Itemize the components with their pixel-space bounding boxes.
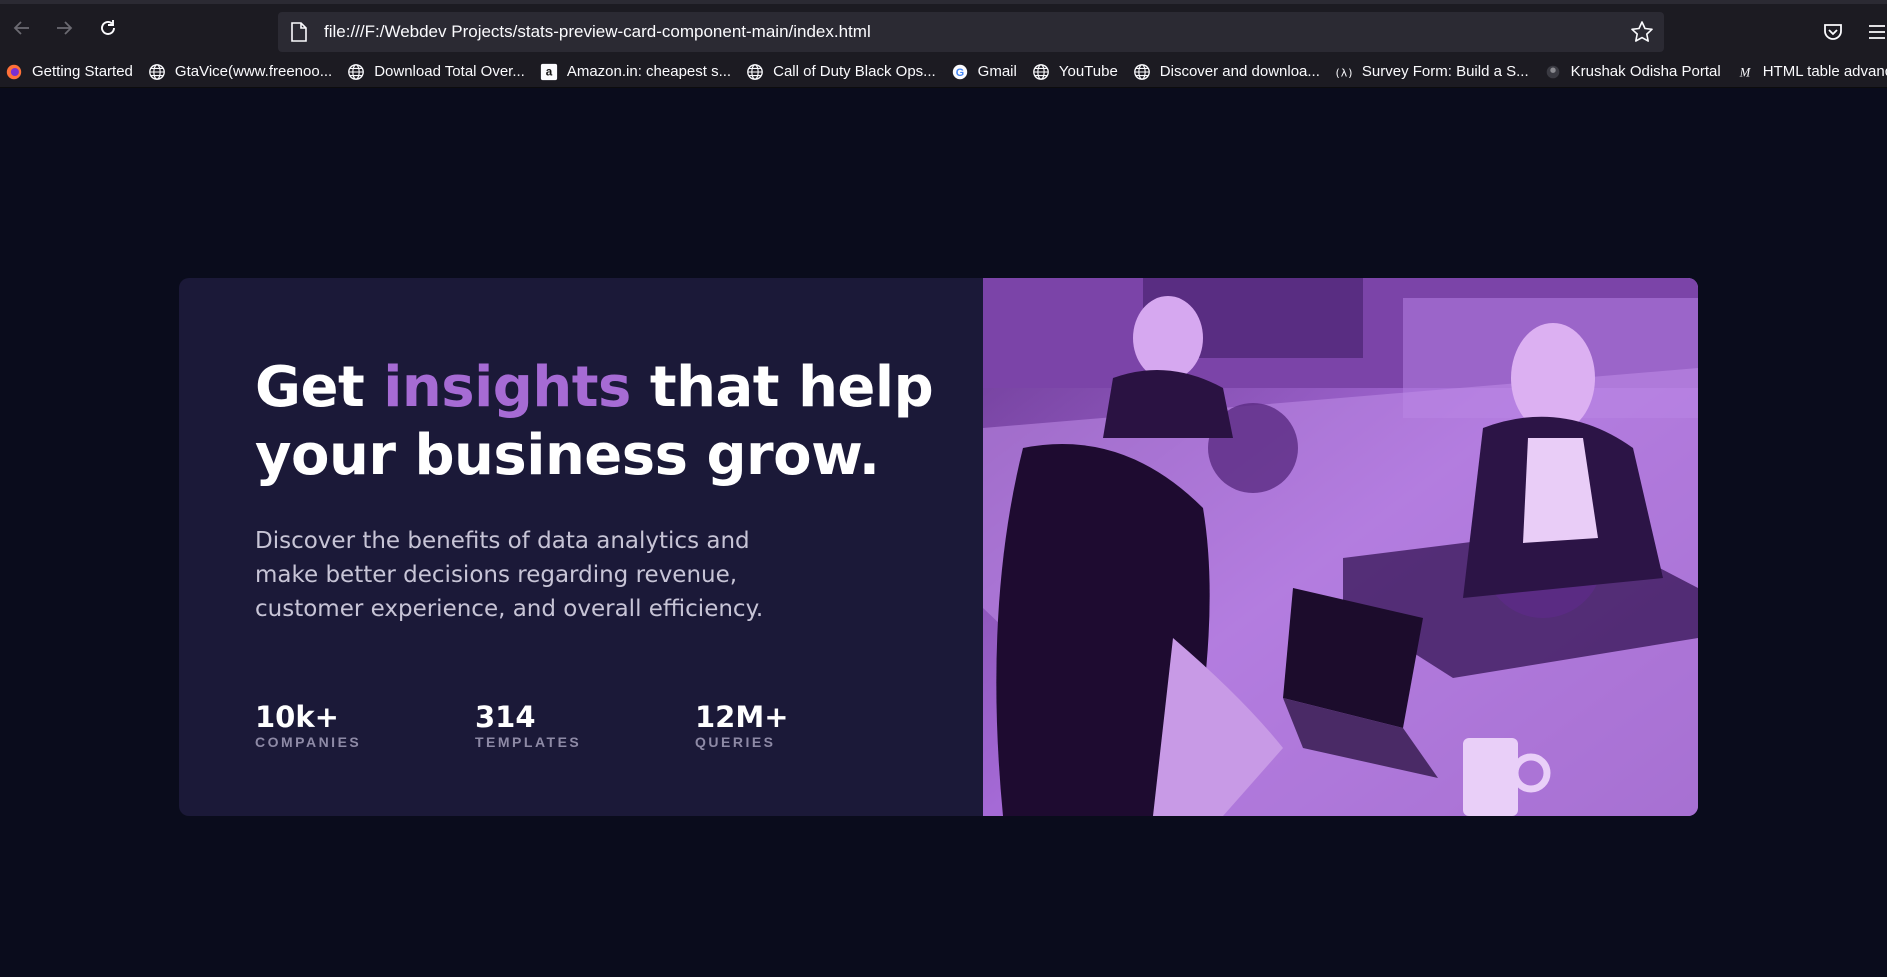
office-photo (983, 278, 1698, 816)
svg-text:M: M (1738, 65, 1751, 79)
bookmark-item[interactable]: Getting Started (4, 62, 133, 82)
headline-accent: insights (383, 355, 631, 420)
svg-text:(λ): (λ) (1335, 66, 1353, 79)
stat-label: TEMPLATES (475, 734, 582, 750)
bookmark-star-icon[interactable] (1630, 20, 1654, 44)
stat-label: COMPANIES (255, 734, 362, 750)
globe-icon (147, 62, 167, 82)
bookmark-label: GtaVice(www.freenoo... (174, 63, 333, 80)
globe-icon (346, 62, 366, 82)
bookmark-label: HTML table advanced ... (1762, 63, 1887, 80)
browser-toolbar: file:///F:/Webdev Projects/stats-preview… (0, 0, 1887, 56)
hamburger-menu-icon[interactable] (1867, 20, 1887, 44)
card-content: Get insights that help your business gro… (179, 278, 983, 816)
header-image (983, 278, 1698, 816)
firefox-icon (4, 62, 24, 82)
stats-preview-card: Get insights that help your business gro… (179, 278, 1698, 816)
headline-start: Get (255, 355, 384, 420)
stat-templates: 314 TEMPLATES (475, 700, 695, 750)
bookmark-item[interactable]: GtaVice(www.freenoo... (147, 62, 332, 82)
mdn-icon: M (1735, 62, 1755, 82)
page-viewport: Get insights that help your business gro… (0, 89, 1887, 977)
pocket-icon[interactable] (1821, 20, 1845, 44)
bookmark-item[interactable]: Krushak Odisha Portal (1543, 62, 1721, 82)
bookmark-item[interactable]: a Amazon.in: cheapest s... (539, 62, 731, 82)
stat-companies: 10k+ COMPANIES (255, 700, 475, 750)
globe-icon (745, 62, 765, 82)
bookmark-label: Amazon.in: cheapest s... (566, 63, 732, 80)
bookmark-label: Gmail (977, 63, 1017, 80)
globe-icon (1031, 62, 1051, 82)
bookmark-item[interactable]: Discover and downloa... (1132, 62, 1320, 82)
bookmark-label: Getting Started (32, 63, 133, 80)
svg-text:a: a (546, 65, 553, 78)
bookmark-label: YouTube (1058, 63, 1118, 80)
reload-button[interactable] (86, 6, 130, 50)
svg-text:G: G (955, 67, 963, 79)
emblem-icon (1543, 62, 1563, 82)
arrow-left-icon (13, 21, 29, 35)
bookmark-item[interactable]: G Gmail (950, 62, 1017, 82)
reload-icon (101, 20, 115, 35)
url-bar[interactable]: file:///F:/Webdev Projects/stats-preview… (278, 12, 1664, 52)
globe-icon (1132, 62, 1152, 82)
page-icon (291, 22, 307, 42)
bookmark-label: Survey Form: Build a S... (1361, 63, 1529, 80)
bookmarks-toolbar: Getting Started GtaVice(www.freenoo... Dow… (0, 56, 1887, 88)
bookmark-item[interactable]: Call of Duty Black Ops... (745, 62, 936, 82)
stat-value: 12M+ (695, 700, 789, 734)
arrow-right-icon (57, 21, 73, 35)
back-button[interactable] (0, 6, 44, 50)
bookmark-item[interactable]: M HTML table advanced ... (1735, 62, 1887, 82)
stat-value: 314 (475, 700, 536, 734)
google-icon: G (950, 62, 970, 82)
url-text: file:///F:/Webdev Projects/stats-preview… (324, 22, 871, 41)
bookmark-label: Download Total Over... (374, 63, 525, 80)
bookmark-item[interactable]: YouTube (1031, 62, 1118, 82)
bookmark-label: Call of Duty Black Ops... (773, 63, 936, 80)
stat-value: 10k+ (255, 700, 339, 734)
bookmark-item[interactable]: (λ) Survey Form: Build a S... (1334, 62, 1529, 82)
stat-label: QUERIES (695, 734, 776, 750)
bookmark-label: Krushak Odisha Portal (1570, 63, 1721, 80)
forward-button[interactable] (42, 6, 86, 50)
freecodecamp-icon: (λ) (1334, 62, 1354, 82)
card-description: Discover the benefits of data analytics … (255, 528, 764, 622)
card-headline: Get insights that help your business gro… (255, 354, 983, 490)
amazon-icon: a (539, 62, 559, 82)
bookmark-label: Discover and downloa... (1159, 63, 1320, 80)
stat-queries: 12M+ QUERIES (695, 700, 915, 750)
bookmark-item[interactable]: Download Total Over... (346, 62, 525, 82)
stats-row: 10k+ COMPANIES 314 TEMPLATES 12M+ QUERIE… (255, 700, 915, 750)
